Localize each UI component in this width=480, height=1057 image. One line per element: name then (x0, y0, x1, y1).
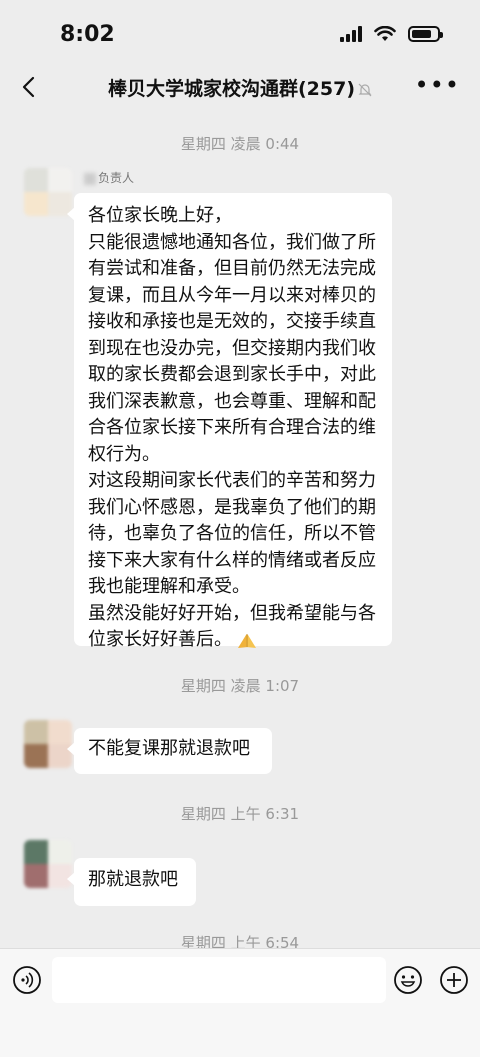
battery-icon (408, 26, 443, 42)
group-name: 棒贝大学城家校沟通群(257) (107, 78, 356, 100)
message-text: 不能复课那就退款吧 (88, 738, 250, 759)
input-bar (0, 948, 480, 1057)
message-paragraph: 各位家长晚上好， (88, 205, 232, 226)
message-bubble[interactable]: 不能复课那就退款吧 (67, 728, 272, 774)
message-timestamp: 星期四 凌晨 1:07 (180, 677, 300, 695)
emoji-icon[interactable] (393, 965, 423, 995)
message-paragraph-last: 虽然没能好好开始，但我希望能与各位家长好好善后。 (88, 601, 378, 654)
cellular-signal-icon (340, 26, 362, 42)
sender-name: 负责人 (84, 169, 134, 186)
more-options-icon[interactable]: ••• (415, 73, 460, 97)
chat-header: 棒贝大学城家校沟通群(257) ••• (0, 62, 480, 112)
message-input[interactable] (52, 957, 386, 1003)
sender-name-text: 负责人 (98, 171, 135, 185)
avatar[interactable] (24, 168, 72, 216)
message-paragraph: 只能很遗憾地通知各位，我们做了所有尝试和准备，但目前仍然无法完成复课，而且从今年… (88, 231, 376, 465)
message-paragraph: 对这段期间家长代表们的辛苦和努力我们心怀感恩，是我辜负了他们的期待，也辜负了各位… (88, 470, 376, 597)
message-bubble[interactable]: 那就退款吧 (67, 858, 196, 906)
status-icons (340, 26, 443, 42)
avatar[interactable] (24, 840, 72, 888)
avatar[interactable] (24, 720, 72, 768)
message-paragraph: 虽然没能好好开始，但我希望能与各位家长好好善后。 (88, 602, 376, 651)
plus-icon[interactable] (439, 965, 469, 995)
message-text: 那就退款吧 (88, 869, 178, 890)
message-timestamp: 星期四 凌晨 0:44 (180, 135, 300, 153)
chat-title: 棒贝大学城家校沟通群(257) (0, 74, 480, 101)
status-time: 8:02 (60, 22, 115, 47)
voice-input-icon[interactable] (12, 965, 42, 995)
status-bar: 8:02 (0, 0, 480, 62)
message-timestamp: 星期四 上午 6:31 (180, 805, 300, 823)
wifi-icon (374, 26, 396, 41)
message-bubble[interactable]: 各位家长晚上好， 只能很遗憾地通知各位，我们做了所有尝试和准备，但目前仍然无法完… (67, 193, 392, 650)
praying-hands-emoji-icon (238, 634, 256, 648)
mute-bell-icon (358, 83, 372, 96)
